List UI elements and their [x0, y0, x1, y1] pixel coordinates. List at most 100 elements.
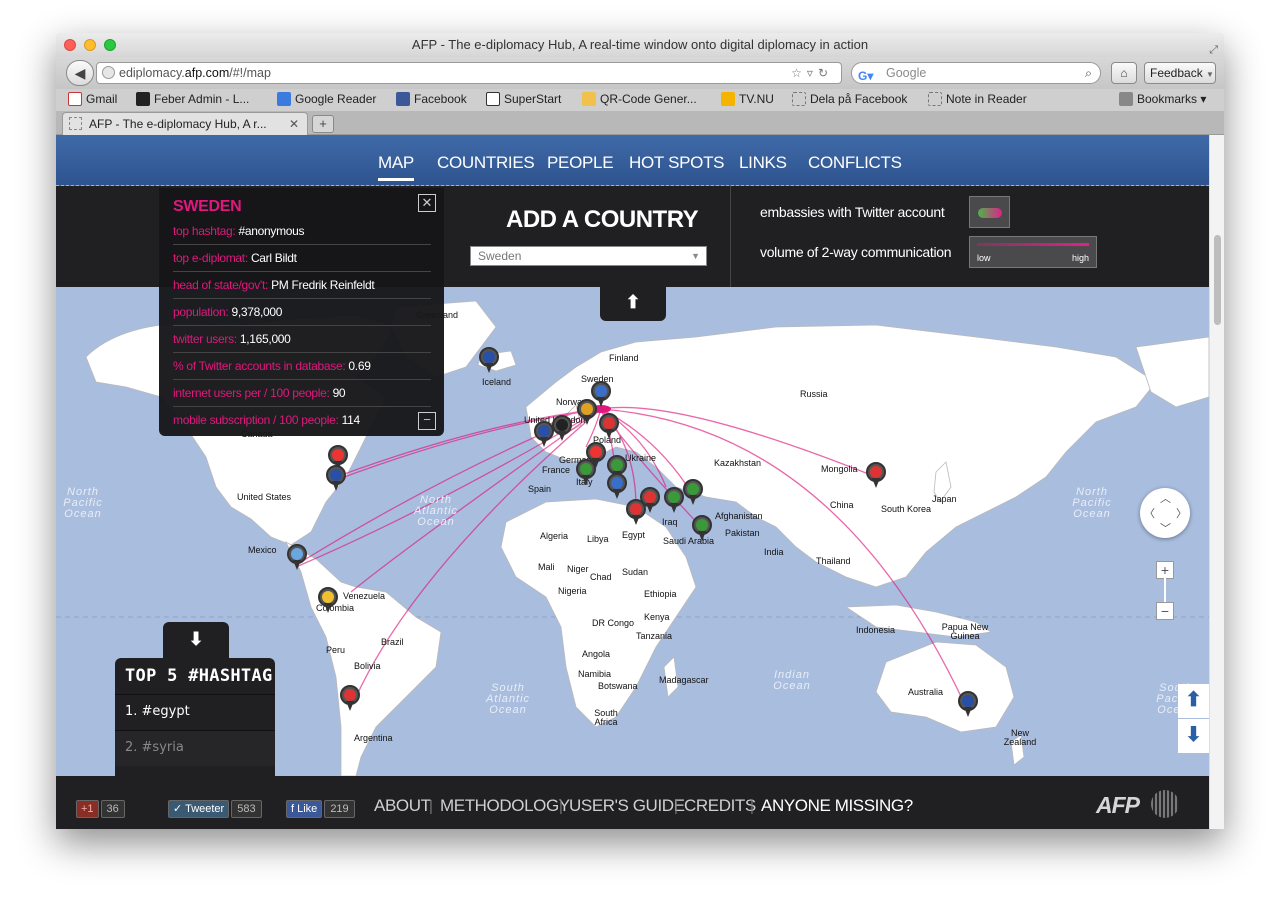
bookmark-dela-pa-facebook[interactable]: Dela på Facebook	[792, 92, 907, 106]
footer-users-guide-link[interactable]: USER'S GUIDE	[569, 796, 685, 816]
bookmark-qr-code[interactable]: QR-Code Gener...	[582, 92, 697, 106]
label-namibia: Namibia	[578, 669, 612, 679]
footer: +1 36 ✓ Tweeter 583 f Like 219 ABOUT | METH…	[56, 776, 1209, 829]
bookmarks-menu[interactable]: Bookmarks ▾	[1119, 92, 1206, 106]
bookmark-facebook[interactable]: Facebook	[396, 92, 467, 106]
url-domain: ediplomacy.	[119, 66, 185, 80]
collapse-top-button[interactable]: ⬆	[600, 287, 666, 321]
bookmark-gmail[interactable]: Gmail	[68, 92, 117, 106]
map-marker-australia[interactable]	[958, 691, 978, 717]
map-marker-belgium[interactable]	[552, 415, 572, 441]
bookmark-google-reader[interactable]: Google Reader	[277, 92, 376, 106]
map-marker-afghanistan[interactable]	[683, 479, 703, 505]
nav-countries[interactable]: COUNTRIES	[437, 153, 535, 173]
feedback-button[interactable]: Feedback ▼	[1144, 62, 1216, 84]
afp-logo[interactable]: AFP	[1096, 790, 1180, 820]
map-marker-chile[interactable]	[340, 685, 360, 711]
back-button[interactable]: ◀	[66, 60, 94, 86]
pan-left-icon[interactable]: 〈	[1144, 505, 1155, 521]
map-marker-china[interactable]	[866, 462, 886, 488]
search-icon[interactable]: ⌕	[1085, 63, 1092, 83]
minimize-panel-button[interactable]: −	[418, 412, 436, 430]
hashtag-toggle-button[interactable]: ⬇	[163, 622, 229, 658]
map-marker-united-states[interactable]	[326, 465, 346, 491]
map-marker-egypt[interactable]	[626, 499, 646, 525]
bookmark-label: Dela på Facebook	[810, 92, 908, 106]
map-marker-colombia[interactable]	[318, 587, 338, 613]
search-input[interactable]: G▾ Google ⌕	[851, 62, 1101, 84]
facebook-icon	[396, 92, 410, 106]
chevron-down-icon: ▼	[1206, 70, 1214, 79]
footer-methodology-link[interactable]: METHODOLOGY	[440, 796, 570, 816]
label-japan: Japan	[932, 494, 957, 504]
map-marker-iceland[interactable]	[479, 347, 499, 373]
minimize-window-button[interactable]	[84, 39, 96, 51]
gplus-button[interactable]: +1	[76, 800, 99, 818]
hashtag-item[interactable]: 1. #egypt	[115, 694, 275, 730]
pan-right-icon[interactable]: 〉	[1176, 505, 1187, 521]
nav-hot-spots[interactable]: HOT SPOTS	[629, 153, 725, 173]
nav-people[interactable]: PEOPLE	[547, 153, 614, 173]
label-peru: Peru	[326, 645, 346, 655]
bookmark-superstart[interactable]: SuperStart	[486, 92, 561, 106]
address-bar[interactable]: ediplomacy.afp.com/#!/map ☆▿↻	[96, 62, 842, 84]
scrollbar-thumb[interactable]	[1214, 235, 1221, 325]
label-finland: Finland	[609, 353, 639, 363]
nav-conflicts[interactable]: CONFLICTS	[808, 153, 902, 173]
new-tab-button[interactable]: +	[312, 115, 334, 133]
star-icon[interactable]: ☆	[791, 66, 807, 80]
country-select[interactable]: Sweden ▼	[470, 246, 707, 266]
tab-afp-ediplomacy[interactable]: AFP - The e-diplomacy Hub, A r... ✕	[62, 112, 308, 135]
map-marker-greece[interactable]	[607, 473, 627, 499]
close-panel-button[interactable]: ✕	[418, 194, 436, 212]
pan-down-icon[interactable]: ﹀	[1160, 520, 1171, 536]
bookmark-label: Gmail	[86, 92, 118, 106]
like-button[interactable]: f Like	[286, 800, 323, 818]
footer-credits-link[interactable]: CREDITS	[684, 796, 756, 816]
bookmark-tvnu[interactable]: TV.NU	[721, 92, 774, 106]
pan-up-icon[interactable]: ︿	[1160, 490, 1171, 506]
map-marker-italy[interactable]	[576, 459, 596, 485]
zoom-window-button[interactable]	[104, 39, 116, 51]
dropdown-icon[interactable]: ▿	[807, 66, 818, 80]
tweet-button[interactable]: ✓ Tweeter	[168, 800, 230, 818]
tweet-count: 583	[231, 800, 262, 818]
bookmark-label: SuperStart	[504, 92, 562, 106]
map-marker-russia[interactable]	[599, 413, 619, 439]
map-marker-germany[interactable]	[577, 399, 597, 425]
label-angola: Angola	[582, 649, 611, 659]
tweet-share[interactable]: ✓ Tweeter 583	[168, 800, 262, 818]
google-reader-icon	[277, 92, 291, 106]
close-window-button[interactable]	[64, 39, 76, 51]
nav-links[interactable]: LINKS	[739, 153, 787, 173]
zoom-out-button[interactable]: −	[1156, 602, 1174, 620]
close-tab-icon[interactable]: ✕	[289, 113, 299, 135]
map-marker-guatemala[interactable]	[287, 544, 307, 570]
afp-globe-icon	[1151, 790, 1179, 818]
map-marker-uk[interactable]	[534, 421, 554, 447]
zoom-in-button[interactable]: +	[1156, 561, 1174, 579]
label-libya: Libya	[587, 534, 609, 544]
facebook-like[interactable]: f Like 219	[286, 800, 355, 818]
footer-anyone-missing-link[interactable]: ANYONE MISSING?	[761, 796, 913, 816]
gplus-share[interactable]: +1 36	[76, 800, 125, 818]
divider: |	[750, 798, 754, 815]
divider: |	[674, 798, 678, 815]
scroll-down-button[interactable]: ⬇	[1178, 719, 1209, 753]
info-key: twitter users:	[173, 332, 237, 346]
info-value: 114	[341, 413, 361, 427]
hashtag-item[interactable]: 2. #syria	[115, 730, 275, 766]
map-marker-iran[interactable]	[664, 487, 684, 513]
map-marker-uae[interactable]	[692, 515, 712, 541]
bookmark-feber-admin[interactable]: Feber Admin - L...	[136, 92, 249, 106]
nav-map[interactable]: MAP	[378, 153, 414, 181]
home-button[interactable]: ⌂	[1111, 62, 1137, 84]
bookmark-note-in-reader[interactable]: Note in Reader	[928, 92, 1027, 106]
afp-logo-text: AFP	[1096, 792, 1140, 818]
scroll-up-button[interactable]: ⬆	[1178, 684, 1209, 718]
map-pan-control[interactable]: ︿ ﹀ 〈 〉	[1140, 488, 1190, 538]
info-row: mobile subscription / 100 people: 114	[173, 407, 431, 434]
page-scrollbar[interactable]	[1209, 135, 1224, 829]
footer-about-link[interactable]: ABOUT	[374, 796, 431, 816]
reload-icon[interactable]: ↻	[818, 66, 833, 80]
